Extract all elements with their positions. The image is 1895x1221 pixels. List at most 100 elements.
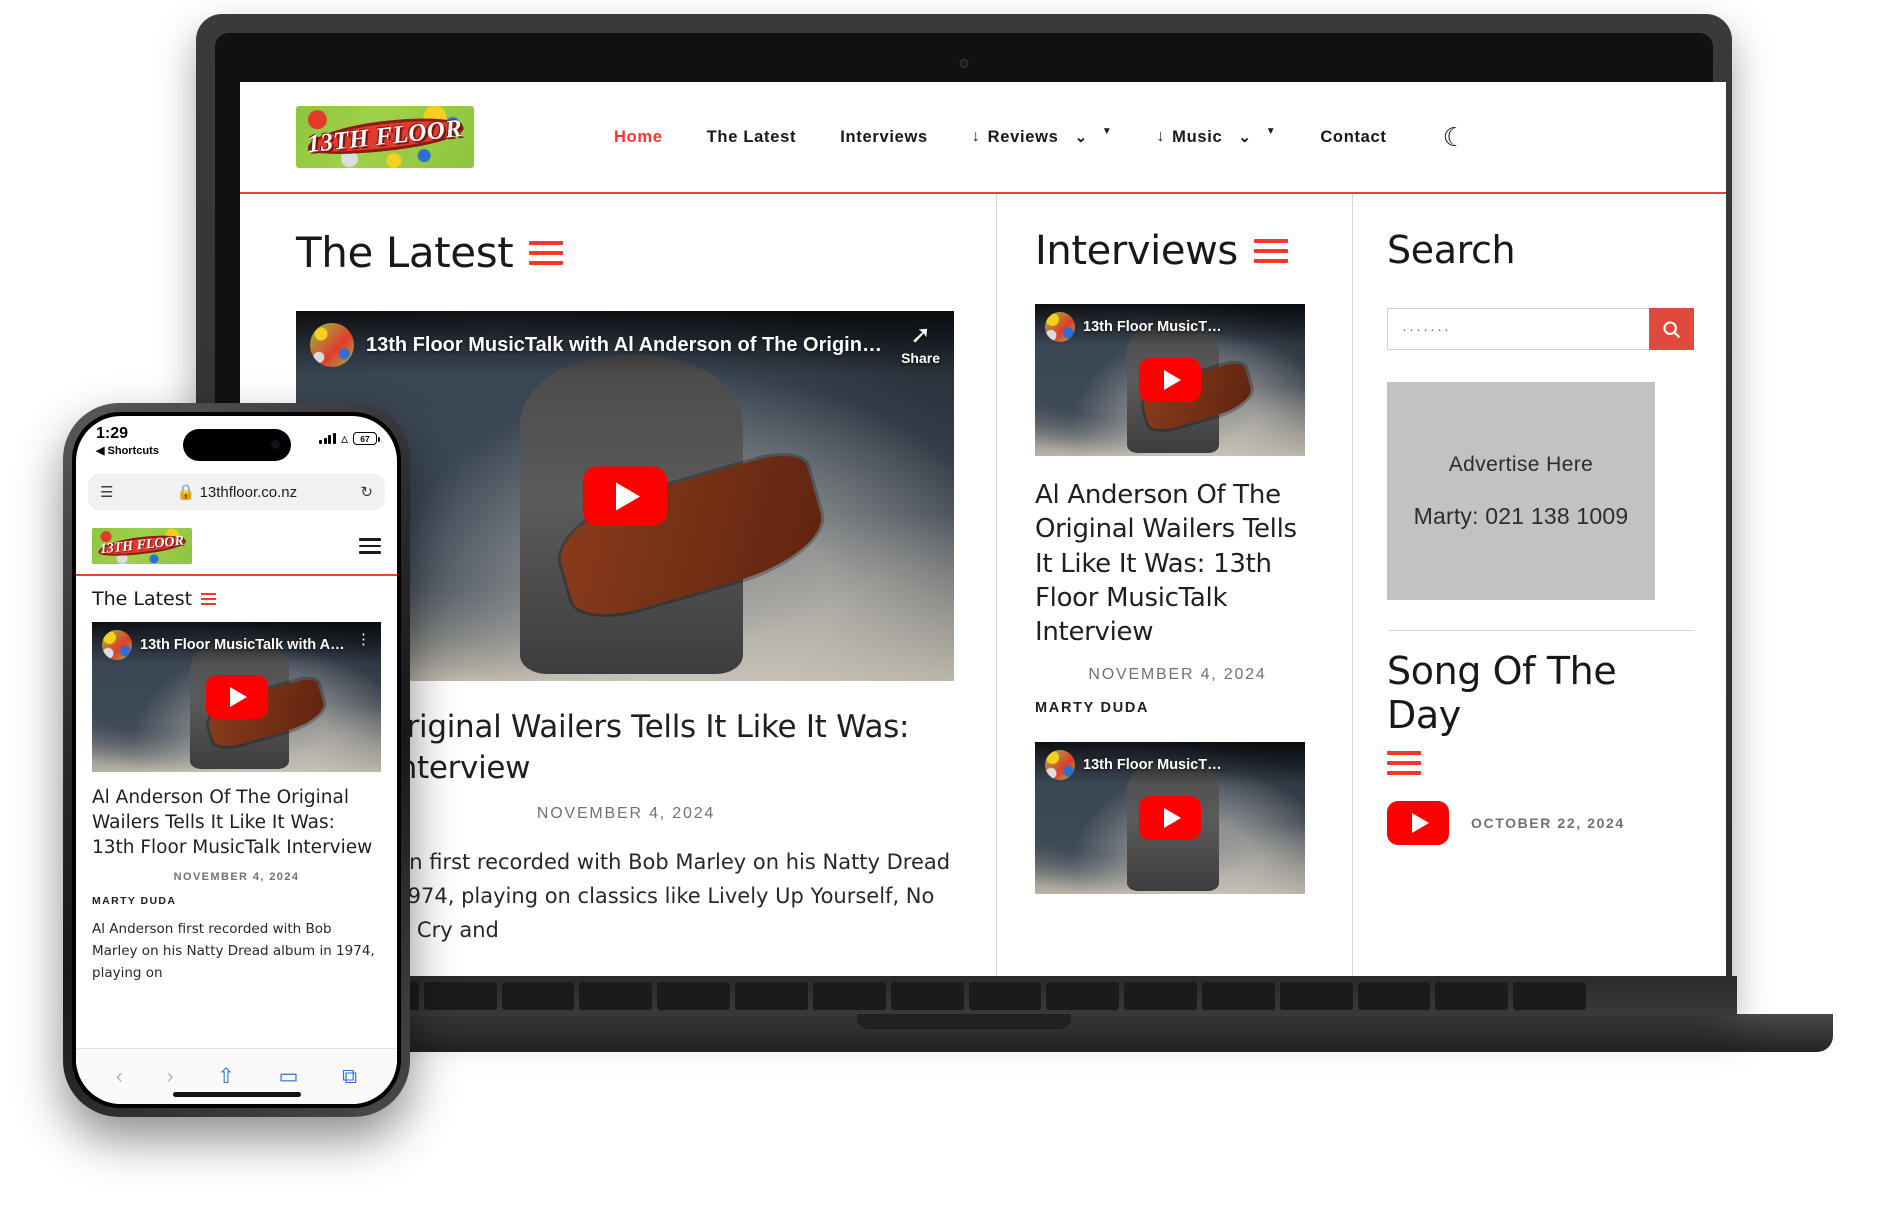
site-logo-text: 13TH FLOOR (306, 114, 464, 159)
hamburger-menu-icon[interactable] (359, 538, 381, 554)
nav-item-interviews[interactable]: Interviews (818, 128, 950, 147)
share-button[interactable]: ⇧ (217, 1064, 235, 1089)
laptop-lid: 13TH FLOOR Home The Latest Interviews ↓ … (196, 14, 1732, 1014)
phone-site-logo-text: 13TH FLOOR (99, 533, 185, 558)
site-header: 13TH FLOOR Home The Latest Interviews ↓ … (240, 82, 1726, 194)
hamburger-icon[interactable] (201, 593, 217, 605)
interview-article-title[interactable]: Al Anderson Of The Original Wailers Tell… (1035, 478, 1320, 650)
video-title[interactable]: 13th Floor MusicTalk with Al Anderson of… (366, 323, 889, 358)
phone-section-heading: The Latest (76, 576, 397, 610)
nav-item-home[interactable]: Home (592, 128, 685, 147)
battery-icon: 67 (353, 432, 380, 445)
play-button-icon[interactable] (1139, 795, 1201, 840)
play-button-icon[interactable] (1387, 801, 1449, 845)
status-right: ▵ 67 (319, 426, 380, 447)
download-arrow-icon: ↓ (971, 128, 981, 145)
channel-avatar[interactable] (102, 630, 132, 660)
section-title: Interviews (1035, 228, 1238, 274)
status-left: 1:29 ◀ Shortcuts (96, 425, 159, 457)
phone-address-bar[interactable]: ☰ 🔒 13thfloor.co.nz ↻ (88, 474, 385, 510)
caret-down-icon[interactable]: ▼ (1102, 126, 1113, 137)
signal-icon (319, 433, 336, 444)
channel-avatar[interactable] (1045, 312, 1075, 342)
phone-video-player[interactable]: 13th Floor MusicTalk with Al A… ⋮ (92, 622, 381, 772)
section-heading-search: Search (1387, 228, 1694, 272)
hamburger-icon[interactable] (1253, 239, 1288, 263)
status-time: 1:29 (96, 425, 129, 442)
video-player-interview-1[interactable]: 13th Floor MusicT… (1035, 304, 1305, 456)
phone-article-date: NOVEMBER 4, 2024 (173, 870, 300, 883)
section-title: Search (1387, 228, 1516, 272)
back-button[interactable]: ‹ (116, 1065, 123, 1089)
column-sidebar: Search ······· Advertise Here Marty: 021… (1352, 194, 1726, 989)
nav-label-interviews: Interviews (840, 127, 928, 146)
video-title[interactable]: 13th Floor MusicT… (1083, 750, 1222, 774)
search-form (1387, 308, 1694, 350)
nav-label-the-latest: The Latest (706, 127, 797, 146)
nav-item-contact[interactable]: Contact (1298, 128, 1408, 147)
channel-avatar[interactable] (1045, 749, 1075, 780)
search-icon (1663, 320, 1681, 338)
interview-article-author: MARTY DUDA (1035, 699, 1150, 716)
video-title-bar: 13th Floor MusicT… (1035, 741, 1305, 784)
phone-section-title: The Latest (92, 588, 193, 610)
wifi-icon: ▵ (340, 430, 348, 446)
search-input[interactable] (1387, 308, 1649, 350)
reader-view-icon[interactable]: ☰ (100, 483, 113, 501)
nav-item-the-latest[interactable]: The Latest (685, 128, 819, 147)
phone-article-body: Al Anderson first recorded with Bob Marl… (92, 920, 375, 981)
song-of-the-day-date: OCTOBER 22, 2024 (1471, 815, 1625, 831)
play-button-icon[interactable] (205, 675, 268, 719)
back-to-shortcuts-link[interactable]: ◀ Shortcuts (96, 444, 159, 457)
phone-site-header: 13TH FLOOR (76, 518, 397, 576)
video-title-bar: 13th Floor MusicTalk with Al A… ⋮ (92, 622, 381, 664)
main-nav: Home The Latest Interviews ↓ Reviews ⌄ ▼… (592, 124, 1466, 150)
nav-item-reviews[interactable]: ↓ Reviews ⌄ ▼ (950, 126, 1135, 147)
chevron-down-icon[interactable]: ⌄ (1075, 128, 1088, 146)
divider (1387, 630, 1694, 631)
section-heading-the-latest: The Latest (296, 228, 956, 277)
bookmarks-button[interactable]: ▭ (279, 1064, 299, 1089)
search-button[interactable] (1649, 308, 1694, 350)
channel-avatar[interactable] (310, 323, 354, 367)
song-of-the-day-item[interactable]: OCTOBER 22, 2024 (1387, 801, 1694, 845)
lock-icon: 🔒 (176, 484, 196, 501)
tabs-button[interactable]: ⧉ (342, 1065, 357, 1089)
forward-button[interactable]: › (167, 1065, 174, 1089)
trackpad-notch (857, 1014, 1071, 1028)
section-title: The Latest (296, 228, 514, 277)
nav-label-contact: Contact (1320, 127, 1387, 146)
phone-device: 1:29 ◀ Shortcuts ▵ 67 ☰ 🔒 13thfloor.co.n… (63, 403, 410, 1117)
phone-article-author: MARTY DUDA (92, 894, 177, 907)
site-body: The Latest 13th Floor MusicTalk with Al … (240, 194, 1726, 989)
reload-icon[interactable]: ↻ (360, 483, 373, 501)
advertisement-block[interactable]: Advertise Here Marty: 021 138 1009 (1387, 382, 1655, 600)
phone-bezel: 1:29 ◀ Shortcuts ▵ 67 ☰ 🔒 13thfloor.co.n… (72, 412, 401, 1108)
hamburger-icon[interactable] (1387, 751, 1421, 775)
video-player-interview-2[interactable]: 13th Floor MusicT… (1035, 741, 1305, 894)
play-button-icon[interactable] (583, 466, 667, 526)
screenshot-root: 13TH FLOOR Home The Latest Interviews ↓ … (0, 0, 1895, 1221)
chevron-down-icon[interactable]: ⌄ (1238, 128, 1251, 146)
home-indicator (172, 1092, 301, 1097)
share-button[interactable]: ➚ Share (901, 323, 940, 367)
video-overflow-menu-icon[interactable]: ⋮ (356, 630, 371, 648)
nav-label-music: Music (1172, 127, 1223, 146)
phone-site-logo[interactable]: 13TH FLOOR (92, 528, 192, 564)
interview-article-date: NOVEMBER 4, 2024 (1088, 665, 1267, 683)
video-title-bar: 13th Floor MusicT… (1035, 304, 1305, 346)
dark-mode-toggle-icon[interactable]: ☾ (1443, 124, 1466, 150)
site-logo[interactable]: 13TH FLOOR (296, 106, 474, 168)
video-title-bar: 13th Floor MusicTalk with Al Anderson of… (296, 311, 954, 375)
phone-article-title[interactable]: Al Anderson Of The Original Wailers Tell… (92, 786, 381, 861)
url-value: 13thfloor.co.nz (199, 484, 298, 501)
caret-down-icon[interactable]: ▼ (1266, 126, 1277, 137)
play-button-icon[interactable] (1139, 358, 1201, 402)
phone-screen: 1:29 ◀ Shortcuts ▵ 67 ☰ 🔒 13thfloor.co.n… (76, 416, 397, 1104)
video-title[interactable]: 13th Floor MusicT… (1083, 312, 1222, 336)
video-title[interactable]: 13th Floor MusicTalk with Al A… (140, 630, 348, 654)
nav-label-reviews: Reviews (987, 127, 1059, 146)
hamburger-icon[interactable] (529, 240, 564, 265)
nav-item-music[interactable]: ↓ Music ⌄ ▼ (1134, 126, 1298, 147)
phone-url-text[interactable]: 🔒 13thfloor.co.nz (123, 483, 350, 501)
